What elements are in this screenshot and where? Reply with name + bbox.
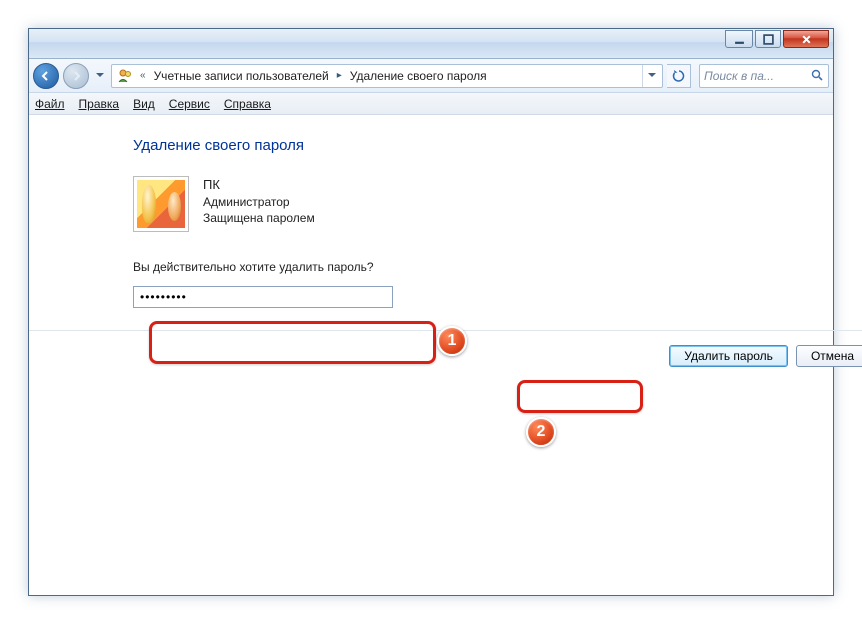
chevron-right-icon: ▸	[333, 70, 346, 81]
back-button[interactable]	[33, 63, 59, 89]
maximize-button[interactable]	[755, 30, 781, 48]
nav-history-dropdown[interactable]	[93, 64, 107, 88]
confirm-prompt: Вы действительно хотите удалить пароль?	[133, 260, 809, 274]
user-name: ПК	[203, 176, 315, 194]
user-accounts-icon	[116, 67, 134, 85]
menu-tools[interactable]: Сервис	[169, 97, 210, 111]
user-role: Администратор	[203, 194, 315, 210]
page-title: Удаление своего пароля	[133, 137, 809, 154]
search-input[interactable]: Поиск в па...	[699, 64, 829, 88]
breadcrumb-dropdown[interactable]	[642, 65, 660, 87]
content-area: Удаление своего пароля ПК Администратор …	[29, 115, 833, 367]
titlebar[interactable]	[29, 29, 833, 59]
menubar: Файл Правка Вид Сервис Справка	[29, 93, 833, 115]
annotation-badge-2: 2	[526, 417, 556, 447]
remove-password-button[interactable]: Удалить пароль	[669, 345, 788, 367]
menu-help[interactable]: Справка	[224, 97, 271, 111]
search-icon	[811, 69, 824, 82]
user-status: Защищена паролем	[203, 210, 315, 226]
cancel-button[interactable]: Отмена	[796, 345, 862, 367]
menu-file[interactable]: Файл	[35, 97, 65, 111]
menu-edit[interactable]: Правка	[79, 97, 120, 111]
refresh-button[interactable]	[667, 64, 691, 88]
password-input[interactable]	[133, 286, 393, 308]
menu-view[interactable]: Вид	[133, 97, 155, 111]
close-button[interactable]	[783, 30, 829, 48]
avatar	[133, 176, 189, 232]
breadcrumb-segment[interactable]: Учетные записи пользователей	[150, 69, 333, 83]
search-placeholder: Поиск в па...	[704, 69, 811, 83]
breadcrumb[interactable]: « Учетные записи пользователей ▸ Удалени…	[111, 64, 663, 88]
minimize-button[interactable]	[725, 30, 753, 48]
annotation-highlight-2	[517, 380, 643, 413]
forward-button[interactable]	[63, 63, 89, 89]
nav-toolbar: « Учетные записи пользователей ▸ Удалени…	[29, 59, 833, 93]
breadcrumb-segment[interactable]: Удаление своего пароля	[346, 69, 491, 83]
window-frame: « Учетные записи пользователей ▸ Удалени…	[28, 28, 834, 596]
breadcrumb-prefix: «	[136, 70, 150, 81]
